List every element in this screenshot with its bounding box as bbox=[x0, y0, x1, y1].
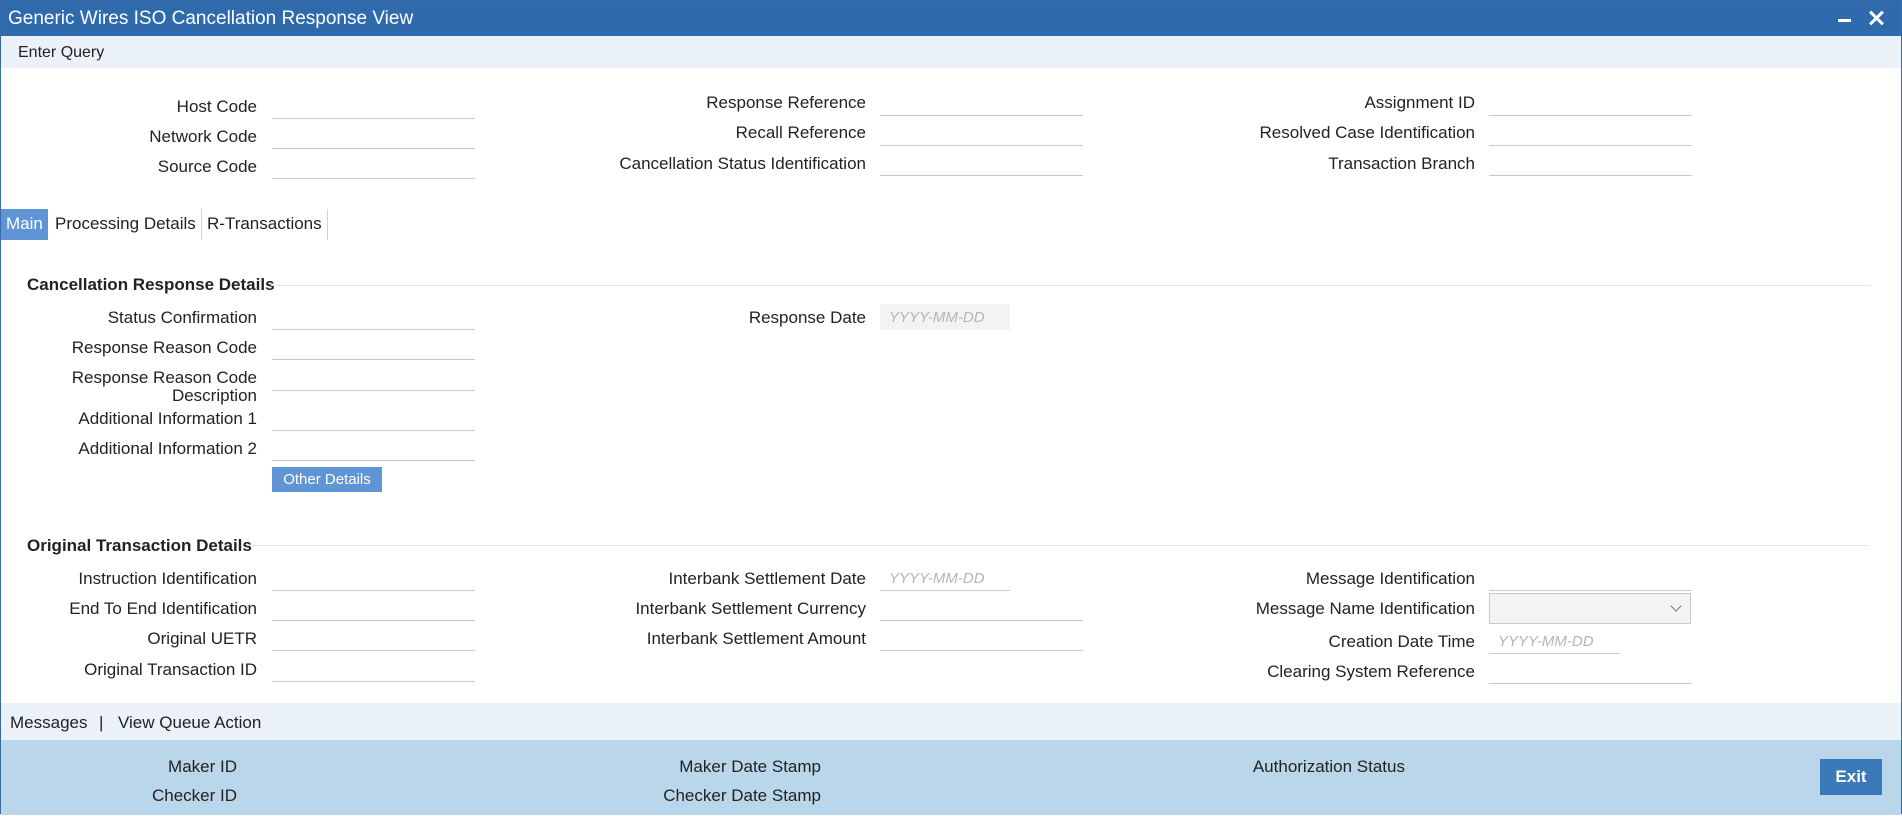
response-reason-code-description-input[interactable] bbox=[272, 365, 475, 391]
section-divider bbox=[271, 285, 1871, 286]
cancellation-status-identification-input[interactable] bbox=[880, 150, 1083, 176]
creation-date-time-label: Creation Date Time bbox=[1328, 632, 1475, 651]
interbank-settlement-amount-input[interactable] bbox=[880, 625, 1083, 651]
creation-date-time-input[interactable]: YYYY-MM-DD bbox=[1489, 628, 1620, 654]
view-queue-action-link[interactable]: View Queue Action bbox=[118, 713, 261, 733]
assignment-id-input[interactable] bbox=[1489, 90, 1692, 116]
additional-information-2-label: Additional Information 2 bbox=[78, 439, 257, 458]
app-window: Generic Wires ISO Cancellation Response … bbox=[0, 0, 1902, 815]
enter-query-button[interactable]: Enter Query bbox=[18, 44, 104, 62]
cancellation-status-identification-label: Cancellation Status Identification bbox=[619, 154, 866, 173]
maker-id-label: Maker ID bbox=[168, 757, 237, 776]
clearing-system-reference-label: Clearing System Reference bbox=[1267, 662, 1475, 681]
original-transaction-id-label: Original Transaction ID bbox=[84, 660, 257, 679]
host-code-label: Host Code bbox=[176, 97, 257, 116]
assignment-id-label: Assignment ID bbox=[1364, 93, 1475, 112]
cancellation-response-section-title: Cancellation Response Details bbox=[27, 275, 275, 294]
messages-separator: | bbox=[99, 713, 104, 732]
interbank-settlement-currency-label: Interbank Settlement Currency bbox=[635, 599, 866, 618]
messages-link[interactable]: Messages bbox=[10, 713, 87, 733]
original-transaction-section-title: Original Transaction Details bbox=[27, 536, 252, 555]
tab-divider bbox=[327, 209, 328, 240]
response-reason-code-input[interactable] bbox=[272, 334, 475, 360]
response-reference-label: Response Reference bbox=[706, 93, 866, 112]
network-code-label: Network Code bbox=[149, 127, 257, 146]
resolved-case-identification-label: Resolved Case Identification bbox=[1259, 123, 1475, 142]
end-to-end-identification-input[interactable] bbox=[272, 595, 475, 621]
minimize-icon[interactable] bbox=[1833, 6, 1857, 30]
tab-divider bbox=[201, 209, 202, 240]
status-confirmation-label: Status Confirmation bbox=[107, 308, 257, 327]
clearing-system-reference-input[interactable] bbox=[1489, 658, 1692, 684]
message-name-identification-label: Message Name Identification bbox=[1255, 599, 1475, 618]
response-reason-code-description-label-line2: Description bbox=[171, 386, 257, 405]
response-date-label: Response Date bbox=[748, 308, 866, 327]
interbank-settlement-currency-input[interactable] bbox=[880, 595, 1083, 621]
interbank-settlement-amount-label: Interbank Settlement Amount bbox=[646, 629, 866, 648]
interbank-settlement-date-input[interactable]: YYYY-MM-DD bbox=[880, 565, 1010, 591]
source-code-input[interactable] bbox=[272, 153, 475, 179]
response-reason-code-label: Response Reason Code bbox=[71, 338, 257, 357]
status-confirmation-input[interactable] bbox=[272, 304, 475, 330]
tab-processing-details[interactable]: Processing Details bbox=[55, 209, 201, 240]
section-divider bbox=[247, 545, 1869, 546]
audit-footer: Maker ID Checker ID Maker Date Stamp Che… bbox=[1, 740, 1901, 815]
tab-main[interactable]: Main bbox=[1, 209, 48, 240]
interbank-settlement-date-label: Interbank Settlement Date bbox=[668, 569, 866, 588]
chevron-down-icon bbox=[1670, 600, 1682, 612]
response-reason-code-description-label: Response Reason Code bbox=[71, 368, 257, 387]
message-identification-input[interactable] bbox=[1489, 565, 1692, 591]
host-code-input[interactable] bbox=[272, 93, 475, 119]
recall-reference-label: Recall Reference bbox=[735, 123, 866, 142]
close-icon[interactable] bbox=[1865, 6, 1889, 30]
transaction-branch-input[interactable] bbox=[1489, 150, 1692, 176]
tab-r-transactions[interactable]: R-Transactions bbox=[207, 209, 327, 240]
exit-button[interactable]: Exit bbox=[1820, 759, 1882, 795]
original-uetr-label: Original UETR bbox=[147, 629, 257, 648]
checker-date-stamp-label: Checker Date Stamp bbox=[663, 786, 821, 805]
additional-information-1-input[interactable] bbox=[272, 405, 475, 431]
end-to-end-identification-label: End To End Identification bbox=[69, 599, 257, 618]
recall-reference-input[interactable] bbox=[880, 120, 1083, 146]
message-name-identification-select[interactable] bbox=[1489, 593, 1691, 624]
query-toolbar: Enter Query bbox=[1, 36, 1901, 68]
response-date-input[interactable]: YYYY-MM-DD bbox=[880, 304, 1010, 330]
transaction-branch-label: Transaction Branch bbox=[1328, 154, 1475, 173]
checker-id-label: Checker ID bbox=[151, 786, 237, 805]
original-transaction-id-input[interactable] bbox=[272, 656, 475, 682]
message-identification-label: Message Identification bbox=[1305, 569, 1475, 588]
response-reference-input[interactable] bbox=[880, 90, 1083, 116]
messages-bar: Messages | View Queue Action bbox=[1, 703, 1901, 740]
instruction-identification-label: Instruction Identification bbox=[78, 569, 257, 588]
window-title: Generic Wires ISO Cancellation Response … bbox=[8, 8, 414, 29]
additional-information-1-label: Additional Information 1 bbox=[78, 409, 257, 428]
other-details-button[interactable]: Other Details bbox=[272, 467, 382, 492]
maker-date-stamp-label: Maker Date Stamp bbox=[679, 757, 821, 776]
authorization-status-label: Authorization Status bbox=[1252, 757, 1405, 776]
original-uetr-input[interactable] bbox=[272, 625, 475, 651]
network-code-input[interactable] bbox=[272, 123, 475, 149]
instruction-identification-input[interactable] bbox=[272, 565, 475, 591]
source-code-label: Source Code bbox=[157, 157, 257, 176]
resolved-case-identification-input[interactable] bbox=[1489, 120, 1692, 146]
additional-information-2-input[interactable] bbox=[272, 435, 475, 461]
title-bar: Generic Wires ISO Cancellation Response … bbox=[1, 1, 1901, 36]
